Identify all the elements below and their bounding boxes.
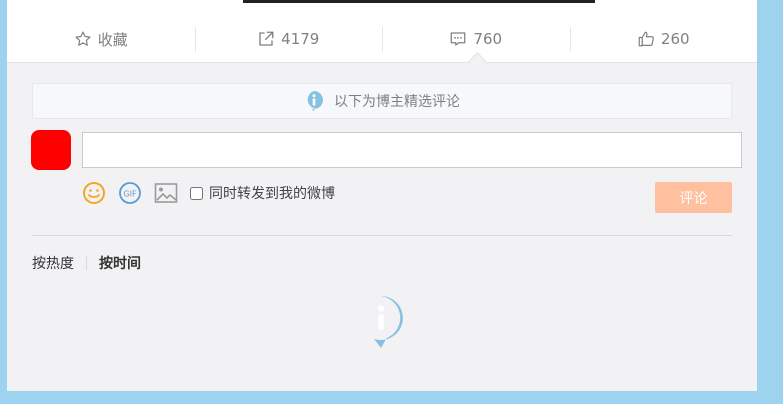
sort-by-hot[interactable]: 按热度 <box>32 253 74 273</box>
comment-sort-options: 按热度 按时间 <box>32 253 141 273</box>
post-content-bottom <box>7 0 757 16</box>
like-button[interactable]: 260 <box>569 16 758 62</box>
section-divider <box>32 235 732 236</box>
forward-checkbox[interactable] <box>190 186 203 200</box>
gif-icon[interactable]: GIF <box>118 181 142 205</box>
comment-icon <box>451 32 466 46</box>
content-divider-line <box>243 0 595 3</box>
like-count: 260 <box>660 30 690 48</box>
comment-count: 760 <box>473 30 503 48</box>
favorite-label: 收藏 <box>97 30 128 49</box>
emoji-icon[interactable] <box>82 181 106 205</box>
empty-state-info-icon <box>358 295 404 353</box>
favorite-button[interactable]: 收藏 <box>7 16 195 62</box>
forward-label: 同时转发到我的微博 <box>209 186 335 202</box>
sort-by-time[interactable]: 按时间 <box>99 253 141 273</box>
weibo-post-card: 收藏 4179 760 260 以下为博主精选评论 GIF 同时转发到我的微博 … <box>7 0 757 391</box>
forward-option[interactable]: 同时转发到我的微博 <box>190 183 335 203</box>
star-icon <box>75 31 91 46</box>
info-icon <box>307 91 323 111</box>
composer-toolbar: GIF 同时转发到我的微博 <box>82 180 335 206</box>
share-icon <box>259 31 274 46</box>
notice-text: 以下为博主精选评论 <box>334 94 460 110</box>
featured-comments-notice: 以下为博主精选评论 <box>32 83 732 119</box>
svg-text:GIF: GIF <box>123 190 137 199</box>
image-icon[interactable] <box>154 182 178 204</box>
avatar[interactable] <box>31 130 71 170</box>
post-action-bar: 收藏 4179 760 260 <box>7 16 757 63</box>
repost-count: 4179 <box>281 30 320 48</box>
comment-input[interactable] <box>82 132 742 168</box>
sort-separator <box>86 256 87 270</box>
thumbs-up-icon <box>638 31 654 47</box>
repost-button[interactable]: 4179 <box>194 16 383 62</box>
submit-comment-button[interactable]: 评论 <box>655 182 732 213</box>
